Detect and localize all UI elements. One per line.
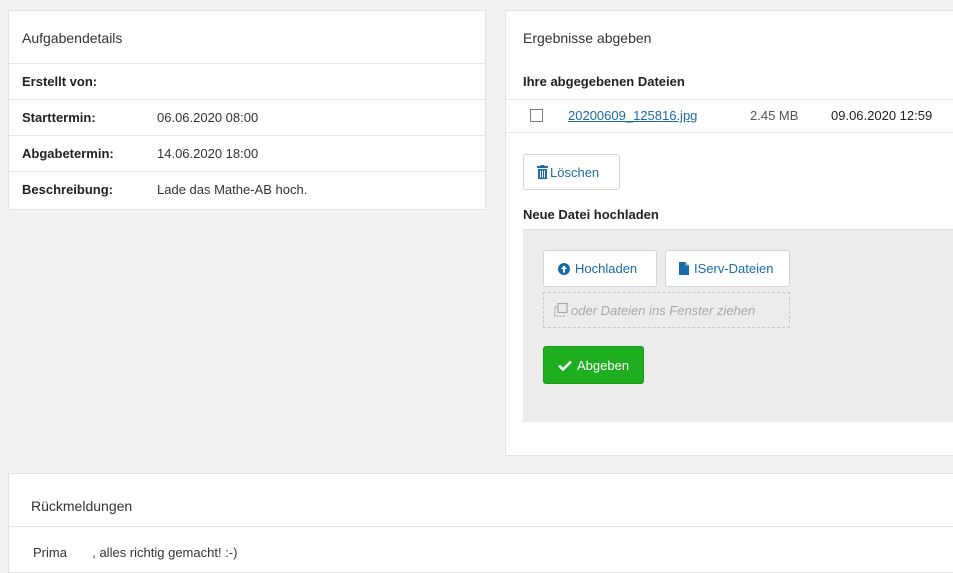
due-date-value: 14.06.2020 18:00 xyxy=(157,146,259,161)
start-date-label: Starttermin: xyxy=(22,110,96,125)
submit-button-label: Abgeben xyxy=(577,357,630,373)
detail-row-description: Beschreibung: Lade das Mathe-AB hoch. xyxy=(9,171,485,207)
feedback-panel: Rückmeldungen Prima , alles richtig gema… xyxy=(8,473,953,573)
detail-row-due: Abgabetermin: 14.06.2020 18:00 xyxy=(9,135,485,171)
upload-button[interactable]: Hochladen xyxy=(543,250,657,287)
feedback-text: Prima , alles richtig gemacht! :-) xyxy=(33,545,238,560)
start-date-value: 06.06.2020 08:00 xyxy=(157,110,259,125)
upload-area: Hochladen IServ-Dateien oder Dateien ins… xyxy=(523,229,953,422)
file-select-checkbox[interactable] xyxy=(530,109,543,122)
detail-row-created-by: Erstellt von: xyxy=(9,63,485,99)
description-label: Beschreibung: xyxy=(22,182,114,197)
file-row: 20200609_125816.jpg 2.45 MB 09.06.2020 1… xyxy=(506,99,953,133)
trash-icon xyxy=(537,165,548,179)
delete-button-label: Löschen xyxy=(550,164,600,180)
task-details-title: Aufgabendetails xyxy=(22,30,123,46)
submitted-files-heading: Ihre abgegebenen Dateien xyxy=(523,74,685,89)
submit-button[interactable]: Abgeben xyxy=(543,346,644,384)
file-date: 09.06.2020 12:59 xyxy=(831,108,933,123)
copy-icon xyxy=(554,303,568,317)
description-value: Lade das Mathe-AB hoch. xyxy=(157,182,308,197)
upload-circle-icon xyxy=(558,262,570,275)
drop-zone-label: oder Dateien ins Fenster ziehen xyxy=(571,302,756,318)
file-size: 2.45 MB xyxy=(750,108,799,123)
iserv-files-button-label: IServ-Dateien xyxy=(694,261,774,276)
task-details-panel: Aufgabendetails Erstellt von: Starttermi… xyxy=(8,10,486,210)
iserv-files-button[interactable]: IServ-Dateien xyxy=(665,250,790,287)
due-date-label: Abgabetermin: xyxy=(22,146,114,161)
upload-new-file-heading: Neue Datei hochladen xyxy=(523,207,659,222)
upload-button-label: Hochladen xyxy=(575,261,638,276)
created-by-label: Erstellt von: xyxy=(22,74,98,89)
file-icon xyxy=(679,262,689,275)
feedback-divider xyxy=(9,526,953,527)
file-name-link[interactable]: 20200609_125816.jpg xyxy=(568,108,697,123)
submit-results-title: Ergebnisse abgeben xyxy=(523,30,652,46)
detail-row-start: Starttermin: 06.06.2020 08:00 xyxy=(9,99,485,135)
file-drop-zone[interactable]: oder Dateien ins Fenster ziehen xyxy=(543,292,790,328)
submit-results-panel: Ergebnisse abgeben Ihre abgegebenen Date… xyxy=(505,10,953,456)
feedback-title: Rückmeldungen xyxy=(31,498,133,514)
delete-button[interactable]: Löschen xyxy=(523,154,620,190)
checkmark-icon xyxy=(558,360,572,371)
